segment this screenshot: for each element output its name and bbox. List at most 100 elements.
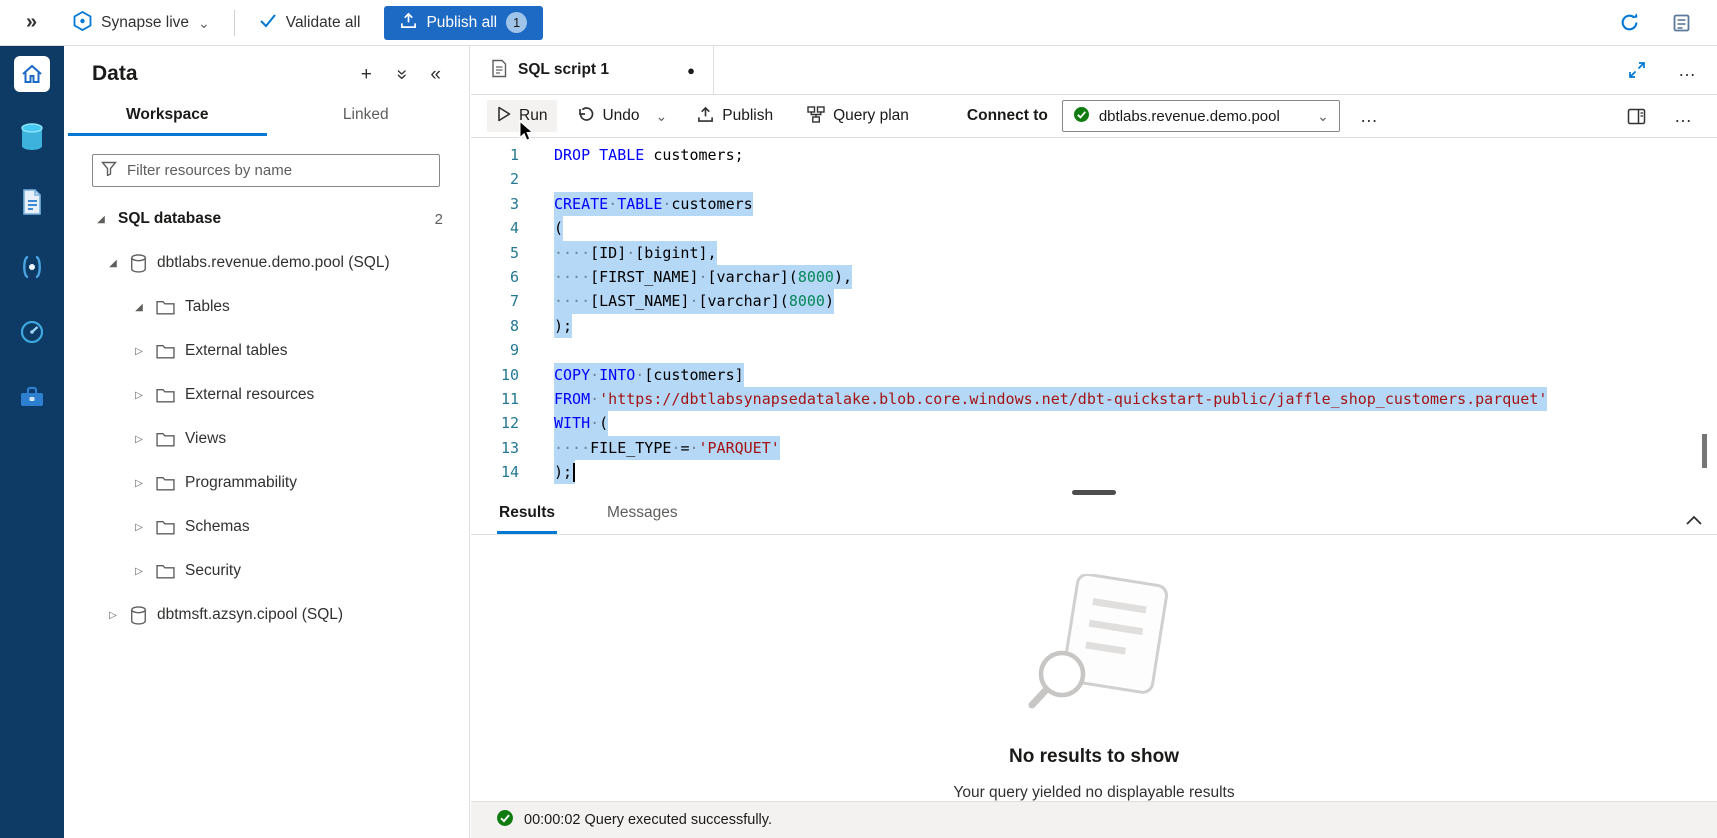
fullscreen-icon[interactable] [1626,59,1648,81]
publish-all-button[interactable]: Publish all 1 [384,6,543,40]
folder-icon [156,388,175,403]
nav-integrate[interactable] [12,251,52,287]
connect-to-dropdown[interactable]: dbtlabs.revenue.demo.pool ⌄ [1062,100,1340,132]
undo-button[interactable]: Undo [567,100,649,132]
chevron-collapsed-icon[interactable]: ▷ [132,434,146,445]
chevron-expanded-icon[interactable]: ◢ [132,302,146,313]
data-explorer-panel: Data + « « Workspace Linked ◢ S [64,46,470,838]
code-line[interactable]: 2 [471,167,1717,191]
properties-icon[interactable] [1625,106,1648,127]
code-line[interactable]: 11FROM·'https://dbtlabsynapsedatalake.bl… [471,387,1717,411]
code-line[interactable]: 4( [471,216,1717,240]
chevron-collapsed-icon[interactable]: ▷ [132,390,146,401]
nav-manage[interactable] [12,381,52,417]
tree-item-label: Programmability [185,474,297,492]
code-line[interactable]: 6····[FIRST_NAME]·[varchar](8000), [471,265,1717,289]
code-line[interactable]: 10COPY·INTO·[customers] [471,363,1717,387]
tree-item-views[interactable]: ▷ Views [64,417,469,461]
code-line[interactable]: 13····FILE_TYPE·=·'PARQUET' [471,436,1717,460]
nav-home[interactable] [12,56,52,92]
line-number: 14 [471,460,519,484]
more-options-icon[interactable]: … [1678,60,1697,81]
tree-item-sql-database[interactable]: ◢ SQL database 2 [64,197,469,241]
collapse-all-icon[interactable]: « [392,69,411,80]
unsaved-changes-dot: ● [687,63,695,78]
tree-item-label: Schemas [185,518,250,536]
line-number: 1 [471,143,519,167]
nav-data[interactable] [12,121,52,157]
refresh-icon[interactable] [1617,10,1642,35]
code-text: ····FILE_TYPE·=·'PARQUET' [554,436,780,460]
tab-results-label: Results [499,504,555,521]
empty-results-title: No results to show [471,746,1717,768]
tree-item-pool-dbtmsft[interactable]: ▷ dbtmsft.azsyn.cipool (SQL) [64,593,469,637]
nav-monitor[interactable] [12,316,52,352]
code-line[interactable]: 14); [471,460,1717,484]
publish-button[interactable]: Publish [687,100,783,133]
chevron-collapsed-icon[interactable]: ▷ [132,522,146,533]
main-work-area: SQL script 1 ● … Run U [471,46,1717,838]
tree-item-pool-dbtlabs[interactable]: ◢ dbtlabs.revenue.demo.pool (SQL) [64,241,469,285]
folder-icon [156,300,175,315]
tree-item-label: External tables [185,342,288,360]
tree-item-programmability[interactable]: ▷ Programmability [64,461,469,505]
code-line[interactable]: 3CREATE·TABLE·customers [471,192,1717,216]
chevron-collapsed-icon[interactable]: ▷ [106,610,120,621]
resource-tree: ◢ SQL database 2 ◢ dbtlabs.revenue.demo.… [64,197,469,637]
filter-input[interactable] [125,161,431,180]
tree-item-tables[interactable]: ◢ Tables [64,285,469,329]
chevron-expanded-icon[interactable]: ◢ [106,258,120,269]
code-line[interactable]: 1DROP TABLE customers; [471,143,1717,167]
code-text: FROM·'https://dbtlabsynapsedatalake.blob… [554,387,1547,411]
code-editor[interactable]: 1DROP TABLE customers;23CREATE·TABLE·cus… [471,139,1717,491]
scrollbar-marker[interactable] [1702,434,1707,468]
empty-results-subtitle: Your query yielded no displayable result… [471,784,1717,801]
toolbar-overflow-icon[interactable]: … [1360,106,1379,127]
tab-sql-script-1[interactable]: SQL script 1 ● [471,46,714,94]
collapse-panel-icon[interactable]: « [430,65,441,84]
tree-item-schemas[interactable]: ▷ Schemas [64,505,469,549]
chevron-collapsed-icon[interactable]: ▷ [132,478,146,489]
code-line[interactable]: 5····[ID]·[bigint], [471,241,1717,265]
success-check-icon [496,809,514,831]
tab-results[interactable]: Results [497,504,557,534]
database-icon [19,122,45,156]
run-label: Run [519,107,547,125]
code-line[interactable]: 12WITH·( [471,411,1717,435]
tree-item-security[interactable]: ▷ Security [64,549,469,593]
code-line[interactable]: 9 [471,338,1717,362]
expand-nav-icon[interactable]: » [26,11,37,34]
validate-check-icon [259,13,277,33]
undo-label: Undo [602,107,639,125]
panel-resize-handle[interactable] [471,486,1717,498]
chevron-collapsed-icon[interactable]: ▷ [132,566,146,577]
code-text: ); [554,460,575,484]
tab-linked[interactable]: Linked [267,96,466,136]
synapse-logo-icon [73,11,92,35]
run-button[interactable]: Run [487,100,557,132]
results-panel: No results to show Your query yielded no… [471,536,1717,801]
tab-workspace[interactable]: Workspace [68,96,267,136]
validate-all-button[interactable]: Validate all [259,13,361,33]
undo-dropdown[interactable]: ⌄ [650,103,674,129]
left-nav-rail [0,46,64,838]
code-lines: 1DROP TABLE customers;23CREATE·TABLE·cus… [471,139,1717,484]
query-plan-button[interactable]: Query plan [797,100,919,133]
tree-item-count: 2 [435,211,443,228]
line-number: 12 [471,411,519,435]
add-icon[interactable]: + [361,65,372,84]
clipboard-icon[interactable] [1670,11,1693,35]
toolbar-more-icon[interactable]: … [1674,106,1693,127]
tree-item-external-tables[interactable]: ▷ External tables [64,329,469,373]
query-plan-label: Query plan [833,107,909,125]
chevron-expanded-icon[interactable]: ◢ [94,214,108,225]
code-line[interactable]: 8); [471,314,1717,338]
nav-develop[interactable] [12,186,52,222]
code-line[interactable]: 7····[LAST_NAME]·[varchar](8000) [471,289,1717,313]
publish-count-badge: 1 [506,12,527,33]
tree-item-external-resources[interactable]: ▷ External resources [64,373,469,417]
tab-messages[interactable]: Messages [605,504,680,534]
collapse-results-icon[interactable] [1685,514,1703,526]
workspace-switcher[interactable]: Synapse live ⌄ [73,11,210,35]
chevron-collapsed-icon[interactable]: ▷ [132,346,146,357]
